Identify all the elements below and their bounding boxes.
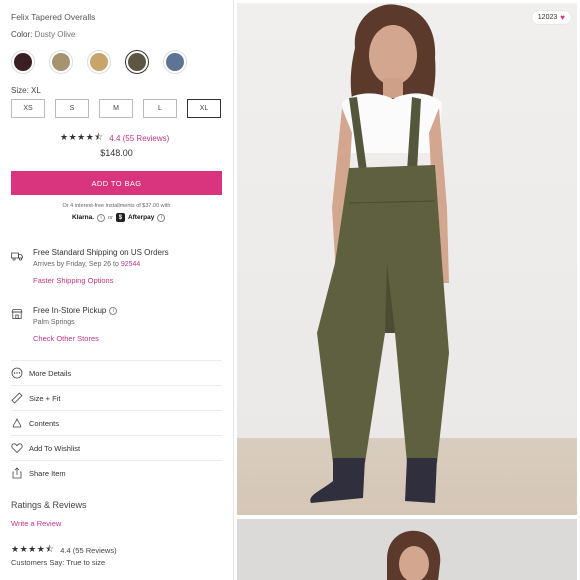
zip-link[interactable]: 92544 <box>121 261 140 268</box>
reviews-summary: ★★★★⯪ 4.4 (55 Reviews) <box>11 542 117 558</box>
fit-summary: Customers Say: True to size <box>11 558 106 567</box>
product-image-secondary[interactable] <box>237 519 577 580</box>
color-swatch-selected[interactable] <box>125 50 149 74</box>
color-swatch[interactable] <box>163 50 187 74</box>
more-details-row[interactable]: More Details <box>11 363 222 383</box>
size-button-s[interactable]: S <box>55 99 89 118</box>
arrival-text: Arrives by Friday, Sep 26 to <box>33 261 119 268</box>
check-other-stores-link[interactable]: Check Other Stores <box>33 334 99 343</box>
contents-label: Contents <box>29 418 60 428</box>
more-details-icon <box>11 367 23 379</box>
size-button-xs[interactable]: XS <box>11 99 45 118</box>
color-swatch[interactable] <box>11 50 35 74</box>
size-fit-row[interactable]: Size + Fit <box>11 388 222 408</box>
faster-shipping-link[interactable]: Faster Shipping Options <box>33 276 113 285</box>
product-gallery: 12023 ♥ <box>234 0 580 580</box>
model-illustration-2 <box>387 530 441 580</box>
shipping-title: Free Standard Shipping on US Orders <box>33 248 169 257</box>
add-to-bag-button[interactable]: ADD TO BAG <box>11 171 222 195</box>
size-button-m[interactable]: M <box>99 99 133 118</box>
pickup-info-icon[interactable]: i <box>109 306 118 315</box>
size-label-text: Size: <box>11 86 29 95</box>
likes-count: 12023 <box>537 14 558 21</box>
truck-icon <box>11 252 23 261</box>
divider <box>11 460 222 461</box>
color-swatch[interactable] <box>49 50 73 74</box>
share-row[interactable]: Share Item <box>11 463 222 483</box>
contents-row[interactable]: Contents <box>11 413 222 433</box>
ratings-reviews-heading: Ratings & Reviews <box>11 500 87 510</box>
rating-summary: ★★★★⯪ 4.4 (55 Reviews) <box>60 130 169 146</box>
klarna-logo: Klarna. <box>72 214 95 221</box>
heart-icon: ♥ <box>560 13 565 22</box>
heart-icon <box>11 442 23 454</box>
store-icon <box>11 309 23 319</box>
size-label: Size: XL <box>11 86 41 95</box>
pickup-store: Palm Springs <box>33 319 75 326</box>
klarna-info-icon[interactable]: i <box>97 213 106 222</box>
pickup-title-row: Free In-Store Pickup i <box>33 306 118 315</box>
shipping-arrival: Arrives by Friday, Sep 26 to 92544 <box>33 261 140 268</box>
color-label: Color: Dusty Olive <box>11 30 75 39</box>
ruler-icon <box>11 392 23 404</box>
afterpay-info-icon[interactable]: i <box>157 213 166 222</box>
pickup-title: Free In-Store Pickup <box>33 306 107 315</box>
color-swatches <box>11 50 187 74</box>
rating-stars: ★★★★⯪ <box>60 132 104 142</box>
reviews-stars: ★★★★⯪ <box>11 544 55 554</box>
size-options: XS S M L XL <box>11 99 221 118</box>
divider <box>11 360 222 361</box>
likes-badge[interactable]: 12023 ♥ <box>531 11 571 24</box>
product-image-main[interactable]: 12023 ♥ <box>237 3 577 515</box>
divider <box>11 435 222 436</box>
or-text: or <box>108 214 113 221</box>
size-fit-label: Size + Fit <box>29 393 61 403</box>
size-button-l[interactable]: L <box>143 99 177 118</box>
wishlist-row[interactable]: Add To Wishlist <box>11 438 222 458</box>
size-button-xl[interactable]: XL <box>187 99 221 118</box>
installments-text: Or 4 interest-free installments of $37.0… <box>62 203 171 209</box>
size-value: XL <box>31 86 41 95</box>
share-label: Share Item <box>29 468 66 478</box>
product-details-panel: Felix Tapered Overalls Color: Dusty Oliv… <box>0 0 233 580</box>
color-swatch[interactable] <box>87 50 111 74</box>
reviews-rating: 4.4 (55 Reviews) <box>60 545 117 555</box>
reviews-link[interactable]: 4.4 (55 Reviews) <box>109 134 169 143</box>
divider <box>11 385 222 386</box>
divider <box>11 410 222 411</box>
color-value: Dusty Olive <box>34 30 76 39</box>
contents-icon <box>11 417 23 429</box>
model-illustration <box>310 4 449 503</box>
write-review-link[interactable]: Write a Review <box>11 519 61 528</box>
afterpay-icon: $ <box>115 213 125 222</box>
payment-options: Klarna. i or $ Afterpay i <box>72 213 166 222</box>
product-price: $148.00 <box>100 148 133 158</box>
more-details-label: More Details <box>29 368 72 378</box>
wishlist-label: Add To Wishlist <box>29 443 81 453</box>
afterpay-logo: Afterpay <box>127 214 155 221</box>
share-icon <box>11 467 23 479</box>
color-label-text: Color: <box>11 30 33 39</box>
product-title: Felix Tapered Overalls <box>11 12 96 22</box>
